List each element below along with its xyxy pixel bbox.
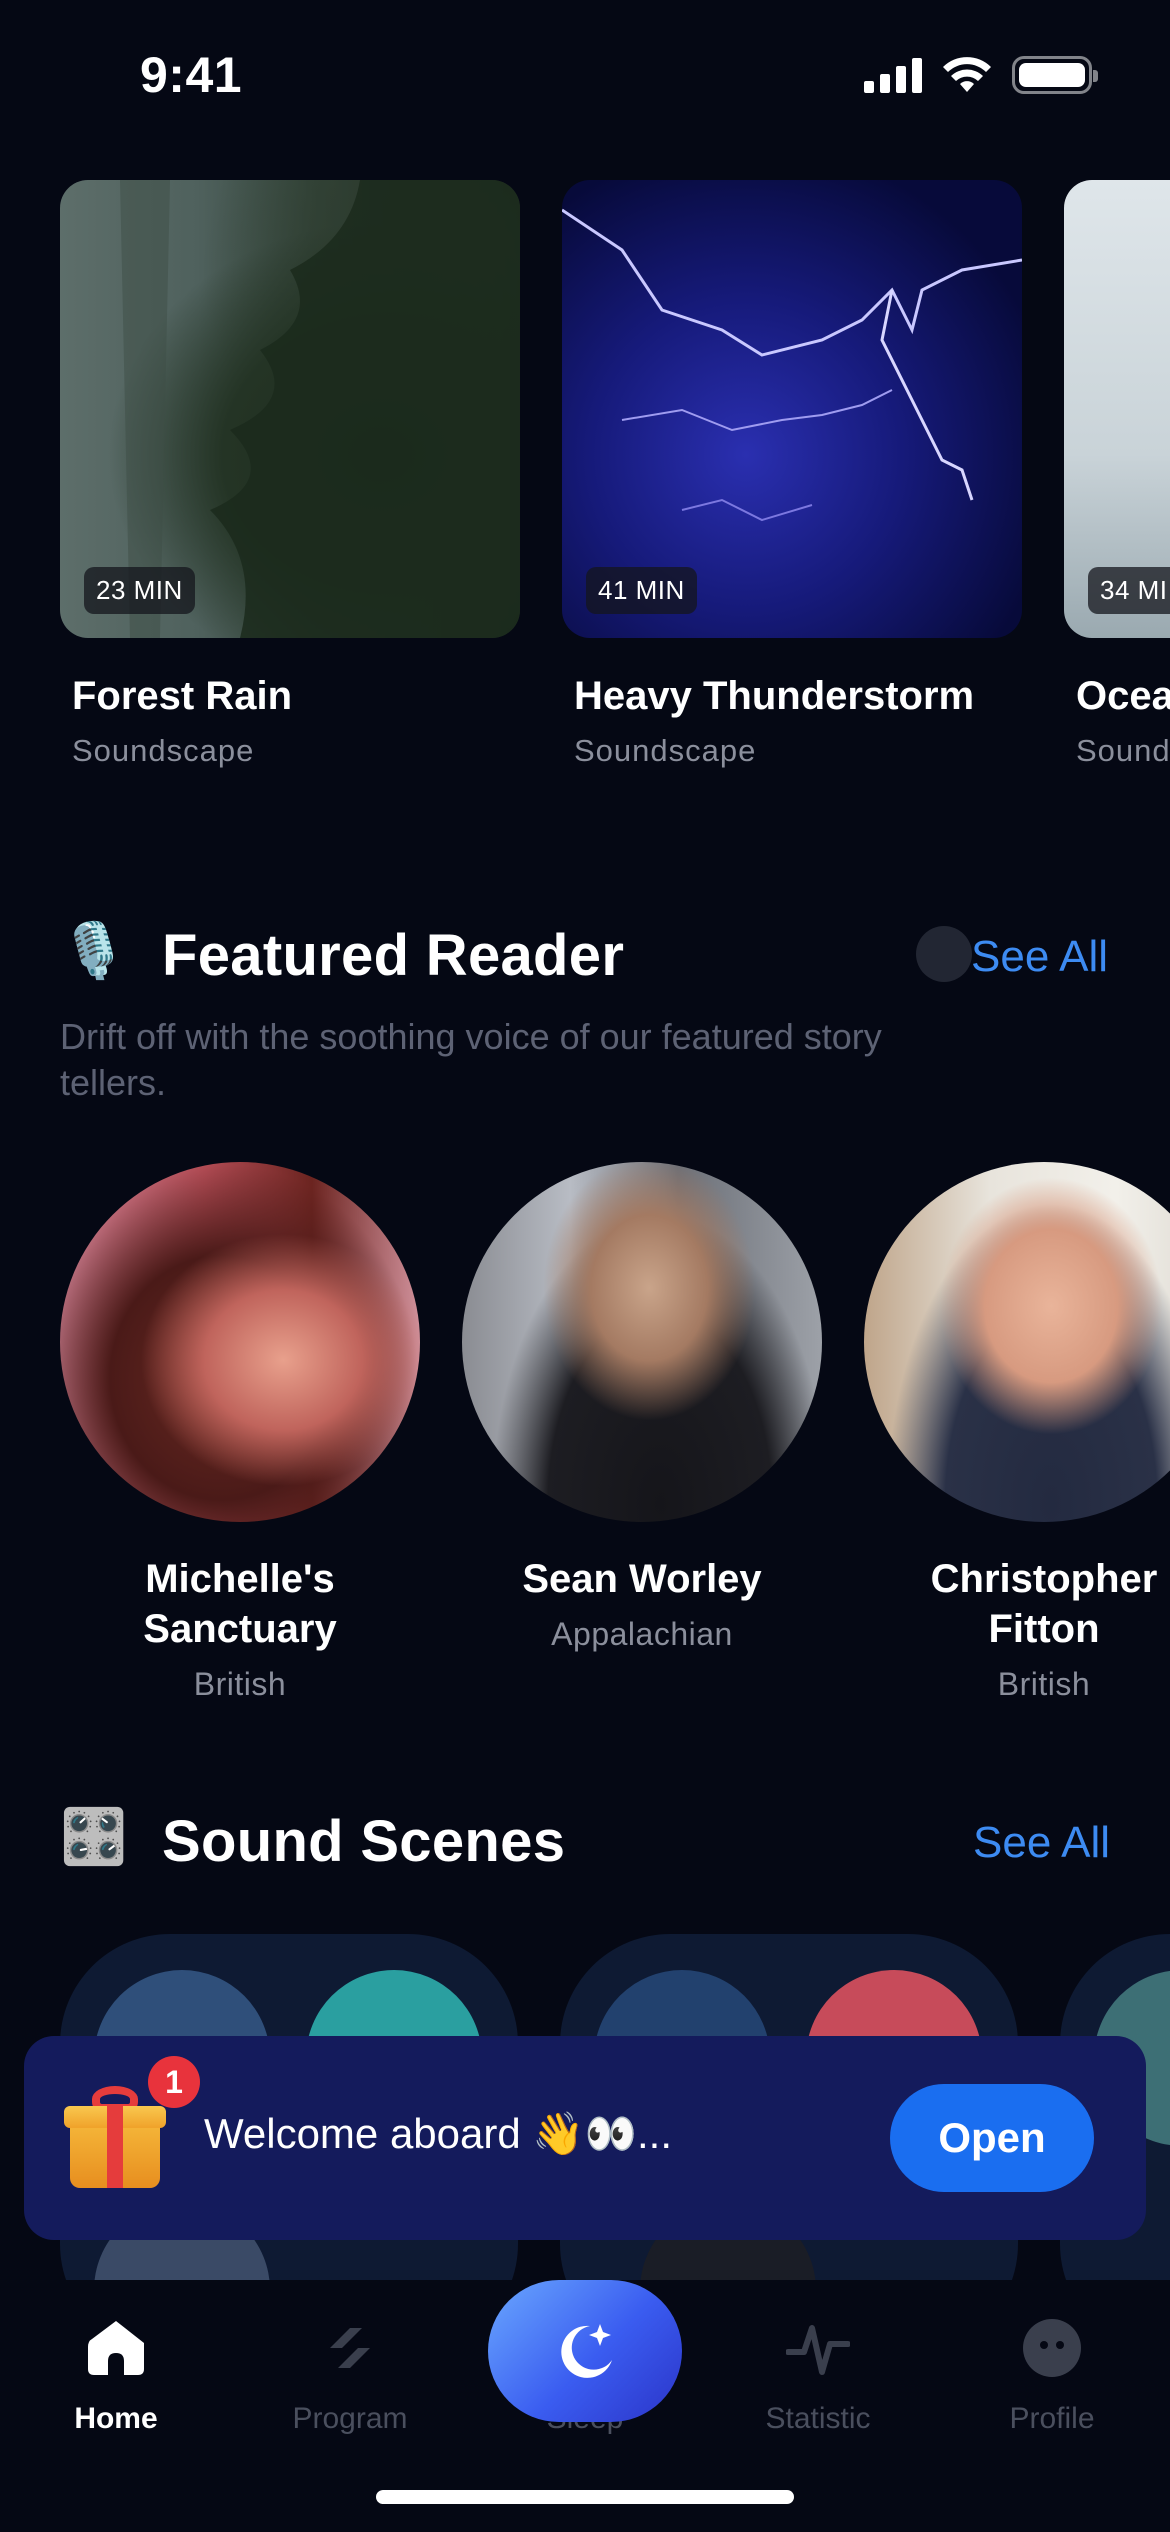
cellular-signal-icon	[864, 57, 922, 93]
tab-statistic[interactable]: Statistic	[728, 2316, 908, 2436]
battery-icon	[1012, 56, 1098, 94]
reader-card[interactable]: Michelle's Sanctuary British	[60, 1162, 420, 1703]
tab-sleep[interactable]: Sleep	[488, 2280, 682, 2436]
sound-scenes-header: 🎛️ Sound Scenes See All	[60, 1804, 1110, 1884]
microphone-icon: 🎙️	[60, 920, 128, 981]
section-title: Featured Reader	[162, 923, 625, 988]
forest-rain-image: 23 MIN	[60, 180, 520, 638]
reader-name: Christopher Fitton	[930, 1557, 1158, 1651]
tab-label: Home	[74, 2402, 158, 2435]
soundscape-card-forest-rain[interactable]: 23 MIN Forest Rain Soundscape	[60, 180, 520, 769]
section-title: Sound Scenes	[162, 1809, 566, 1874]
welcome-banner[interactable]: 1 Welcome aboard 👋👀... Open	[24, 2036, 1146, 2240]
home-icon	[84, 2316, 148, 2380]
duration-badge: 34 MI	[1088, 567, 1170, 614]
duration-badge: 41 MIN	[586, 567, 697, 614]
soundscape-title: Heavy Thunderstorm	[574, 674, 975, 718]
soundscape-title: Ocea	[1076, 674, 1170, 718]
section-description: Drift off with the soothing voice of our…	[60, 1016, 882, 1103]
control-knobs-icon: 🎛️	[60, 1806, 128, 1867]
reader-card[interactable]: Sean Worley Appalachian	[462, 1162, 822, 1703]
sleep-button[interactable]	[488, 2280, 682, 2422]
tab-profile[interactable]: Profile	[962, 2316, 1142, 2436]
tab-home[interactable]: Home	[26, 2316, 206, 2436]
see-all-scenes-link[interactable]: See All	[973, 1818, 1110, 1868]
tab-label: Profile	[1009, 2402, 1095, 2435]
status-icons	[864, 56, 1098, 94]
welcome-message: Welcome aboard 👋👀...	[204, 2110, 672, 2157]
open-button[interactable]: Open	[890, 2084, 1094, 2192]
reader-name: Sean Worley	[522, 1557, 762, 1601]
soundscape-carousel[interactable]: 23 MIN Forest Rain Soundscape 41 MIN Hea…	[60, 180, 1170, 769]
reader-avatar	[864, 1162, 1170, 1522]
profile-face-icon	[1020, 2316, 1084, 2380]
reader-avatar	[60, 1162, 420, 1522]
tab-label: Statistic	[765, 2402, 871, 2435]
soundscape-category: Soundscape	[72, 733, 255, 768]
home-indicator[interactable]	[376, 2490, 794, 2504]
thunderstorm-image: 41 MIN	[562, 180, 1022, 638]
reader-accent: Appalachian	[551, 1616, 733, 1652]
soundscape-card-ocean[interactable]: 34 MI Ocea Sound	[1064, 180, 1170, 769]
reader-name: Michelle's Sanctuary	[143, 1557, 337, 1651]
pulse-icon	[786, 2316, 850, 2380]
reader-carousel[interactable]: Michelle's Sanctuary British Sean Worley…	[60, 1162, 1170, 1703]
touch-indicator	[916, 926, 972, 982]
moon-star-icon	[561, 2324, 612, 2378]
tab-program[interactable]: Program	[260, 2316, 440, 2436]
soundscape-category: Soundscape	[574, 733, 757, 768]
featured-reader-header: 🎙️ Featured Reader See All Drift off wit…	[60, 918, 1110, 1104]
status-time: 9:41	[140, 47, 243, 103]
duration-badge: 23 MIN	[84, 567, 195, 614]
soundscape-category: Sound	[1076, 733, 1170, 768]
soundscape-card-heavy-thunderstorm[interactable]: 41 MIN Heavy Thunderstorm Soundscape	[562, 180, 1022, 769]
tab-label: Program	[292, 2402, 408, 2435]
reader-avatar	[462, 1162, 822, 1522]
reader-accent: British	[997, 1666, 1091, 1702]
reader-card[interactable]: Christopher Fitton British	[864, 1162, 1170, 1703]
soundscape-title: Forest Rain	[72, 674, 293, 718]
notification-badge: 1	[148, 2056, 200, 2108]
status-bar: 9:41	[0, 0, 1170, 150]
reader-accent: British	[193, 1666, 287, 1702]
program-icon	[318, 2316, 382, 2380]
see-all-readers-link[interactable]: See All	[971, 932, 1108, 982]
ocean-image: 34 MI	[1064, 180, 1170, 638]
wifi-icon	[943, 57, 991, 92]
